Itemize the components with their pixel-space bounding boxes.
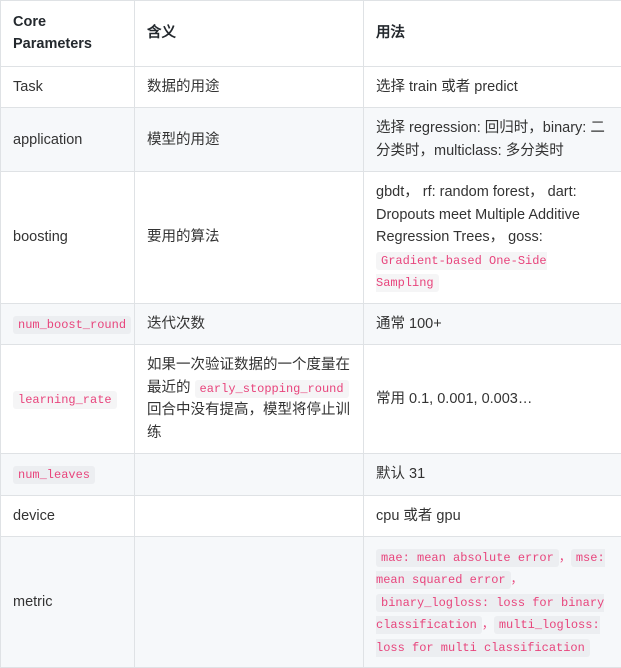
param-meaning-cell: 如果一次验证数据的一个度量在最近的 early_stopping_round 回… xyxy=(135,345,364,454)
param-meaning-cell xyxy=(135,536,364,667)
table-header-row: Core Parameters 含义 用法 xyxy=(1,1,621,67)
param-meaning-cell: 要用的算法 xyxy=(135,172,364,303)
table-row-application: application 模型的用途 选择 regression: 回归时，bin… xyxy=(1,108,621,172)
table-row-num-leaves: num_leaves 默认 31 xyxy=(1,454,621,495)
code-token-metric: mae: mean absolute error xyxy=(376,549,559,567)
table-row-learning-rate: learning_rate 如果一次验证数据的一个度量在最近的 early_st… xyxy=(1,345,621,454)
param-label: metric xyxy=(13,594,52,610)
param-label: Task xyxy=(13,79,43,95)
table-row-device: device cpu 或者 gpu xyxy=(1,495,621,536)
metric-separator: ， xyxy=(511,573,523,587)
table-row-metric: metric mae: mean absolute error，mse: mea… xyxy=(1,536,621,667)
usage-text: 常用 0.1, 0.001, 0.003… xyxy=(376,391,532,407)
meaning-text: 迭代次数 xyxy=(147,316,205,332)
usage-text: 默认 31 xyxy=(376,466,425,482)
meaning-text: 数据的用途 xyxy=(147,79,220,95)
param-name-cell: learning_rate xyxy=(1,345,135,454)
param-usage-cell: mae: mean absolute error，mse: mean squar… xyxy=(364,536,621,667)
meaning-text-part2: 回合中没有提高，模型将停止训练 xyxy=(147,402,350,440)
param-meaning-cell xyxy=(135,495,364,536)
param-meaning-cell: 数据的用途 xyxy=(135,66,364,107)
param-name-cell: device xyxy=(1,495,135,536)
metric-separator: ， xyxy=(482,618,494,632)
table-row-task: Task 数据的用途 选择 train 或者 predict xyxy=(1,66,621,107)
param-usage-cell: 常用 0.1, 0.001, 0.003… xyxy=(364,345,621,454)
meaning-text: 要用的算法 xyxy=(147,229,220,245)
param-name-cell: metric xyxy=(1,536,135,667)
usage-text: 选择 train 或者 predict xyxy=(376,79,518,95)
param-label: boosting xyxy=(13,229,68,245)
usage-text: cpu 或者 gpu xyxy=(376,508,461,524)
param-usage-cell: 选择 regression: 回归时，binary: 二分类时，multicla… xyxy=(364,108,621,172)
meaning-text: 模型的用途 xyxy=(147,132,220,148)
param-usage-cell: 默认 31 xyxy=(364,454,621,495)
param-usage-cell: cpu 或者 gpu xyxy=(364,495,621,536)
param-usage-cell: 通常 100+ xyxy=(364,303,621,344)
param-label: application xyxy=(13,132,82,148)
column-header-usage: 用法 xyxy=(364,1,621,67)
table-row-boosting: boosting 要用的算法 gbdt， rf: random forest， … xyxy=(1,172,621,303)
table-header: Core Parameters 含义 用法 xyxy=(1,1,621,67)
table-row-num-boost-round: num_boost_round 迭代次数 通常 100+ xyxy=(1,303,621,344)
usage-text: gbdt， rf: random forest， dart: Dropouts … xyxy=(376,184,580,245)
param-meaning-cell xyxy=(135,454,364,495)
usage-text: 通常 100+ xyxy=(376,316,442,332)
param-usage-cell: gbdt， rf: random forest， dart: Dropouts … xyxy=(364,172,621,303)
usage-text: 选择 regression: 回归时，binary: 二分类时，multicla… xyxy=(376,120,605,158)
param-name-cell: boosting xyxy=(1,172,135,303)
column-header-meaning: 含义 xyxy=(135,1,364,67)
metric-separator: ， xyxy=(559,551,571,565)
table-body: Task 数据的用途 选择 train 或者 predict applicati… xyxy=(1,66,621,667)
param-name-cell: num_boost_round xyxy=(1,303,135,344)
code-token-early-stopping-round: early_stopping_round xyxy=(195,380,349,398)
column-header-core-parameters: Core Parameters xyxy=(1,1,135,67)
param-label-code: num_boost_round xyxy=(13,316,131,334)
param-usage-cell: 选择 train 或者 predict xyxy=(364,66,621,107)
param-label-code: learning_rate xyxy=(13,391,117,409)
param-meaning-cell: 模型的用途 xyxy=(135,108,364,172)
param-label-code: num_leaves xyxy=(13,466,95,484)
param-meaning-cell: 迭代次数 xyxy=(135,303,364,344)
param-name-cell: Task xyxy=(1,66,135,107)
param-name-cell: application xyxy=(1,108,135,172)
param-label: device xyxy=(13,508,55,524)
code-token-goss: Gradient-based One-Side Sampling xyxy=(376,252,547,292)
core-parameters-table: Core Parameters 含义 用法 Task 数据的用途 选择 trai… xyxy=(0,0,621,668)
param-name-cell: num_leaves xyxy=(1,454,135,495)
